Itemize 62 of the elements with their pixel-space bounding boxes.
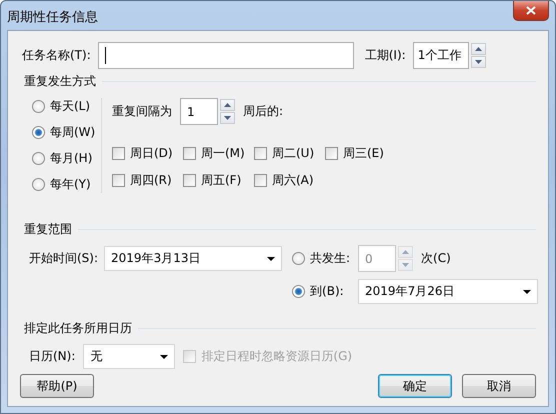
up-triangle-icon bbox=[402, 250, 410, 254]
checkbox-label: 周二(U) bbox=[272, 145, 314, 162]
section-title: 排定此任务所用日历 bbox=[24, 320, 132, 337]
checkbox[interactable] bbox=[254, 174, 267, 187]
radio-label: 到(B): bbox=[310, 283, 344, 300]
radio-label: 每月(H) bbox=[50, 150, 92, 167]
spin-up-button[interactable] bbox=[220, 99, 235, 111]
interval-suffix: 周后的: bbox=[243, 103, 284, 120]
dialog-button[interactable]: 取消 bbox=[462, 374, 536, 398]
up-triangle-icon bbox=[224, 103, 231, 107]
dropdown-arrow-icon[interactable] bbox=[267, 256, 276, 260]
task-name-field[interactable] bbox=[98, 42, 354, 69]
checkbox-label: 排定日程时忽略资源日历(G) bbox=[201, 348, 352, 365]
down-triangle-icon bbox=[402, 263, 410, 267]
checkbox-label: 周四(R) bbox=[130, 172, 172, 189]
radio-label: 共发生: bbox=[310, 250, 350, 267]
dropdown-arrow-icon[interactable] bbox=[523, 290, 532, 294]
radio-button[interactable] bbox=[292, 252, 306, 265]
radio-label: 每年(Y) bbox=[50, 176, 91, 193]
checkbox-label: 周日(D) bbox=[130, 145, 173, 162]
radio-button[interactable] bbox=[32, 178, 45, 191]
end-date-dropdown[interactable]: 2019年7月26日 bbox=[358, 279, 538, 304]
checkbox-label: 周五(F) bbox=[201, 172, 242, 189]
interval-label: 重复间隔为 bbox=[112, 103, 172, 120]
section-title: 重复发生方式 bbox=[24, 73, 96, 90]
dialog-button[interactable]: 确定 bbox=[378, 374, 452, 398]
window-title: 周期性任务信息 bbox=[7, 9, 98, 26]
interval-field[interactable]: 1 bbox=[180, 98, 218, 125]
dialog-button[interactable]: 帮助(P) bbox=[20, 374, 94, 398]
start-date-dropdown[interactable]: 2019年3月13日 bbox=[104, 246, 282, 271]
down-triangle-icon bbox=[474, 60, 482, 64]
duration-field[interactable]: 1个工作 bbox=[412, 42, 469, 69]
spin-down-button[interactable] bbox=[220, 112, 235, 124]
down-triangle-icon bbox=[224, 116, 231, 120]
checkbox[interactable] bbox=[254, 147, 267, 160]
dropdown-arrow-icon[interactable] bbox=[160, 354, 168, 358]
radio-label: 每天(L) bbox=[50, 98, 90, 115]
checkbox[interactable] bbox=[183, 147, 196, 160]
checkbox-label: 周一(M) bbox=[201, 145, 245, 162]
field-label: 开始时间(S): bbox=[29, 250, 98, 267]
radio-label: 每周(W) bbox=[50, 124, 96, 141]
field-label: 日历(N): bbox=[29, 348, 76, 365]
checkbox[interactable] bbox=[183, 174, 196, 187]
checkbox[interactable] bbox=[112, 147, 125, 160]
up-triangle-icon bbox=[474, 47, 482, 51]
checkbox[interactable] bbox=[112, 174, 125, 187]
radio-button[interactable] bbox=[32, 126, 45, 139]
spin-up-button[interactable] bbox=[470, 43, 486, 55]
radio-button[interactable] bbox=[32, 100, 45, 113]
field-label: 任务名称(T): bbox=[22, 47, 91, 64]
field-label: 工期(I): bbox=[364, 47, 406, 64]
close-icon bbox=[526, 6, 536, 15]
radio-button[interactable] bbox=[292, 285, 306, 298]
checkbox-label: 周三(E) bbox=[343, 145, 384, 162]
checkbox[interactable] bbox=[325, 147, 338, 160]
close-button[interactable] bbox=[513, 1, 549, 21]
occurrences-suffix: 次(C) bbox=[421, 250, 451, 267]
section-title: 重复范围 bbox=[24, 221, 72, 238]
calendar-dropdown[interactable]: 无 bbox=[83, 344, 176, 369]
radio-button[interactable] bbox=[32, 152, 45, 165]
checkbox-label: 周六(A) bbox=[272, 172, 314, 189]
spin-down-button[interactable] bbox=[470, 56, 486, 68]
